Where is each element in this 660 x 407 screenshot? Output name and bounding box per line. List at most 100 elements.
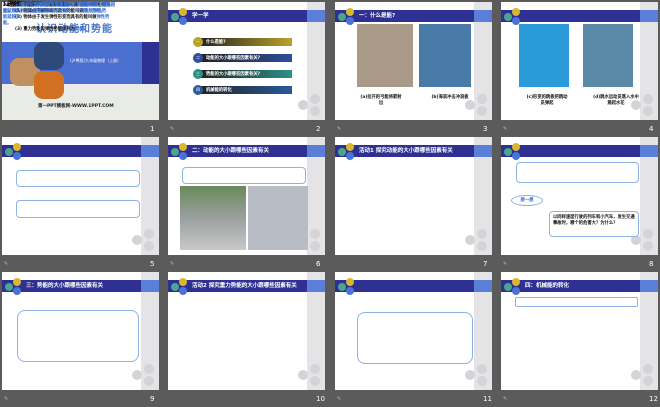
logo-circle <box>171 13 179 21</box>
potential-energy-box <box>17 310 139 362</box>
menu-label-3: 势能的大小跟哪些因素有关? <box>206 72 261 77</box>
comment-icon[interactable]: ✎ <box>337 126 341 132</box>
slide-thumbnail-9[interactable]: 三：势能的大小跟哪些因素有关 <box>2 272 159 390</box>
photo-right <box>583 24 633 87</box>
comment-icon[interactable]: ✎ <box>170 261 174 267</box>
slide-header-title: 活动1 探究动能的大小跟哪些因素有关 <box>359 148 453 154</box>
decor-circle <box>643 376 653 386</box>
comment-icon[interactable]: ✎ <box>337 396 341 402</box>
logo-circle <box>13 287 21 295</box>
menu-num-1: 一 <box>193 37 203 47</box>
header-accent <box>474 10 492 22</box>
comment-icon[interactable]: ✎ <box>4 261 8 267</box>
decor-circle <box>144 376 154 386</box>
slide-thumbnail-8[interactable]: 想一想 以同样速度行驶的列车和小汽车，发生交通事故时，哪个的危害大？为什么？ <box>501 137 658 255</box>
header-band <box>501 10 658 22</box>
slide-number: 7 <box>483 260 488 268</box>
car-photo <box>180 186 246 250</box>
comment-icon[interactable]: ✎ <box>503 126 507 132</box>
photo-left <box>519 24 569 87</box>
logo-circle <box>179 278 187 286</box>
hexagon-photo <box>34 42 64 70</box>
slide-thumbnail-5[interactable] <box>2 137 159 255</box>
photo-left <box>357 24 413 87</box>
logo-circle <box>171 283 179 291</box>
slide-header-title: 四：机械能的转化 <box>525 283 570 289</box>
decor-circle <box>144 364 154 374</box>
slide-header-title: 一：什么是能? <box>359 13 396 19</box>
conclusion-box <box>516 162 639 183</box>
header-accent <box>307 145 325 157</box>
decor-circle <box>298 100 308 110</box>
definition-line: (3) 重力势能和弹性势能统称为势能。 <box>3 27 117 33</box>
logo-circle <box>338 283 346 291</box>
logo-circle <box>179 8 187 16</box>
decor-circle <box>465 100 475 110</box>
logo-circle <box>5 148 13 156</box>
logo-circle <box>171 148 179 156</box>
activity-text: 活动3：动能与势能的转化 <box>8 1 58 7</box>
comment-icon[interactable]: ✎ <box>503 396 507 402</box>
photo-right <box>419 24 471 87</box>
decor-circle <box>310 94 320 104</box>
logo-circle <box>512 287 520 295</box>
header-accent <box>474 280 492 292</box>
text-box-1 <box>16 170 140 187</box>
slide-number: 11 <box>483 395 492 403</box>
caption-right: (b)海浪冲击冲浪板 <box>431 95 469 100</box>
hexagon-photo <box>34 71 64 99</box>
header-accent <box>141 145 159 157</box>
slide-number: 9 <box>150 395 155 403</box>
header-accent <box>640 10 658 22</box>
comment-icon[interactable]: ✎ <box>4 396 8 402</box>
decor-circle <box>310 241 320 251</box>
activity-label: 活动3： <box>8 1 24 6</box>
caption-right: (d)跳水运动员落入水中溅起水花 <box>593 95 639 106</box>
caption-left: (c)形变的跳板把跳动员弹起 <box>526 95 568 106</box>
logo-circle <box>346 17 354 25</box>
decor-circle <box>132 235 142 245</box>
slide-header-title: 学一学 <box>192 13 209 19</box>
definition-box <box>182 167 306 184</box>
decor-circle <box>477 94 487 104</box>
decor-circle <box>477 106 487 116</box>
decor-circle <box>310 376 320 386</box>
activity-name: 动能与势能的转化 <box>23 1 59 6</box>
decor-circle <box>310 364 320 374</box>
decor-circle <box>144 241 154 251</box>
slide-footer: 第一PPT模板网-WWW.1PPT.COM <box>38 104 114 109</box>
decor-circle <box>310 106 320 116</box>
header-band <box>2 145 159 157</box>
line-term: 势能。 <box>74 27 88 32</box>
title-band-dark <box>142 42 159 84</box>
slide-thumbnail-2[interactable]: 学一学一什么是能? 二动能的大小跟哪些因素有关? 三势能的大小跟哪些因素有关? 四机械… <box>168 2 325 120</box>
parachute-photo <box>248 186 308 250</box>
decor-circle <box>465 235 475 245</box>
activity-box <box>515 297 638 307</box>
slide-thumbnail-11[interactable] <box>335 272 492 390</box>
decor-circle <box>477 364 487 374</box>
slide-thumbnail-12[interactable]: 四：机械能的转化 <box>501 272 658 390</box>
decor-circle <box>643 106 653 116</box>
decor-circle <box>310 229 320 239</box>
slide-number: 12 <box>649 395 658 403</box>
header-accent <box>474 145 492 157</box>
slide-thumbnail-6[interactable]: 二：动能的大小跟哪些因素有关 <box>168 137 325 255</box>
slide-thumbnail-10[interactable]: 活动2 探究重力势能的大小跟哪些因素有关 <box>168 272 325 390</box>
slide-number: 6 <box>316 260 321 268</box>
header-band <box>335 280 492 292</box>
slide-header-title: 三：势能的大小跟哪些因素有关 <box>26 283 104 289</box>
logo-circle <box>346 287 354 295</box>
comment-icon[interactable]: ✎ <box>503 261 507 267</box>
slide-thumbnail-7[interactable]: 活动1 探究动能的大小跟哪些因素有关 <box>335 137 492 255</box>
decor-circle <box>144 229 154 239</box>
slide-header-title: 活动2 探究重力势能的大小跟哪些因素有关 <box>192 283 297 289</box>
slide-number: 8 <box>649 260 654 268</box>
comment-icon[interactable]: ✎ <box>170 126 174 132</box>
slide-thumbnail-4[interactable]: (c)形变的跳板把跳动员弹起 (d)跳水运动员落入水中溅起水花 <box>501 2 658 120</box>
decor-circle <box>477 376 487 386</box>
slide-thumbnail-3[interactable]: 一：什么是能? (a)拉开的弓能将箭射出 (b)海浪冲击冲浪板 <box>335 2 492 120</box>
decor-circle <box>477 241 487 251</box>
text-box-2 <box>16 200 140 218</box>
logo-circle <box>346 8 354 16</box>
